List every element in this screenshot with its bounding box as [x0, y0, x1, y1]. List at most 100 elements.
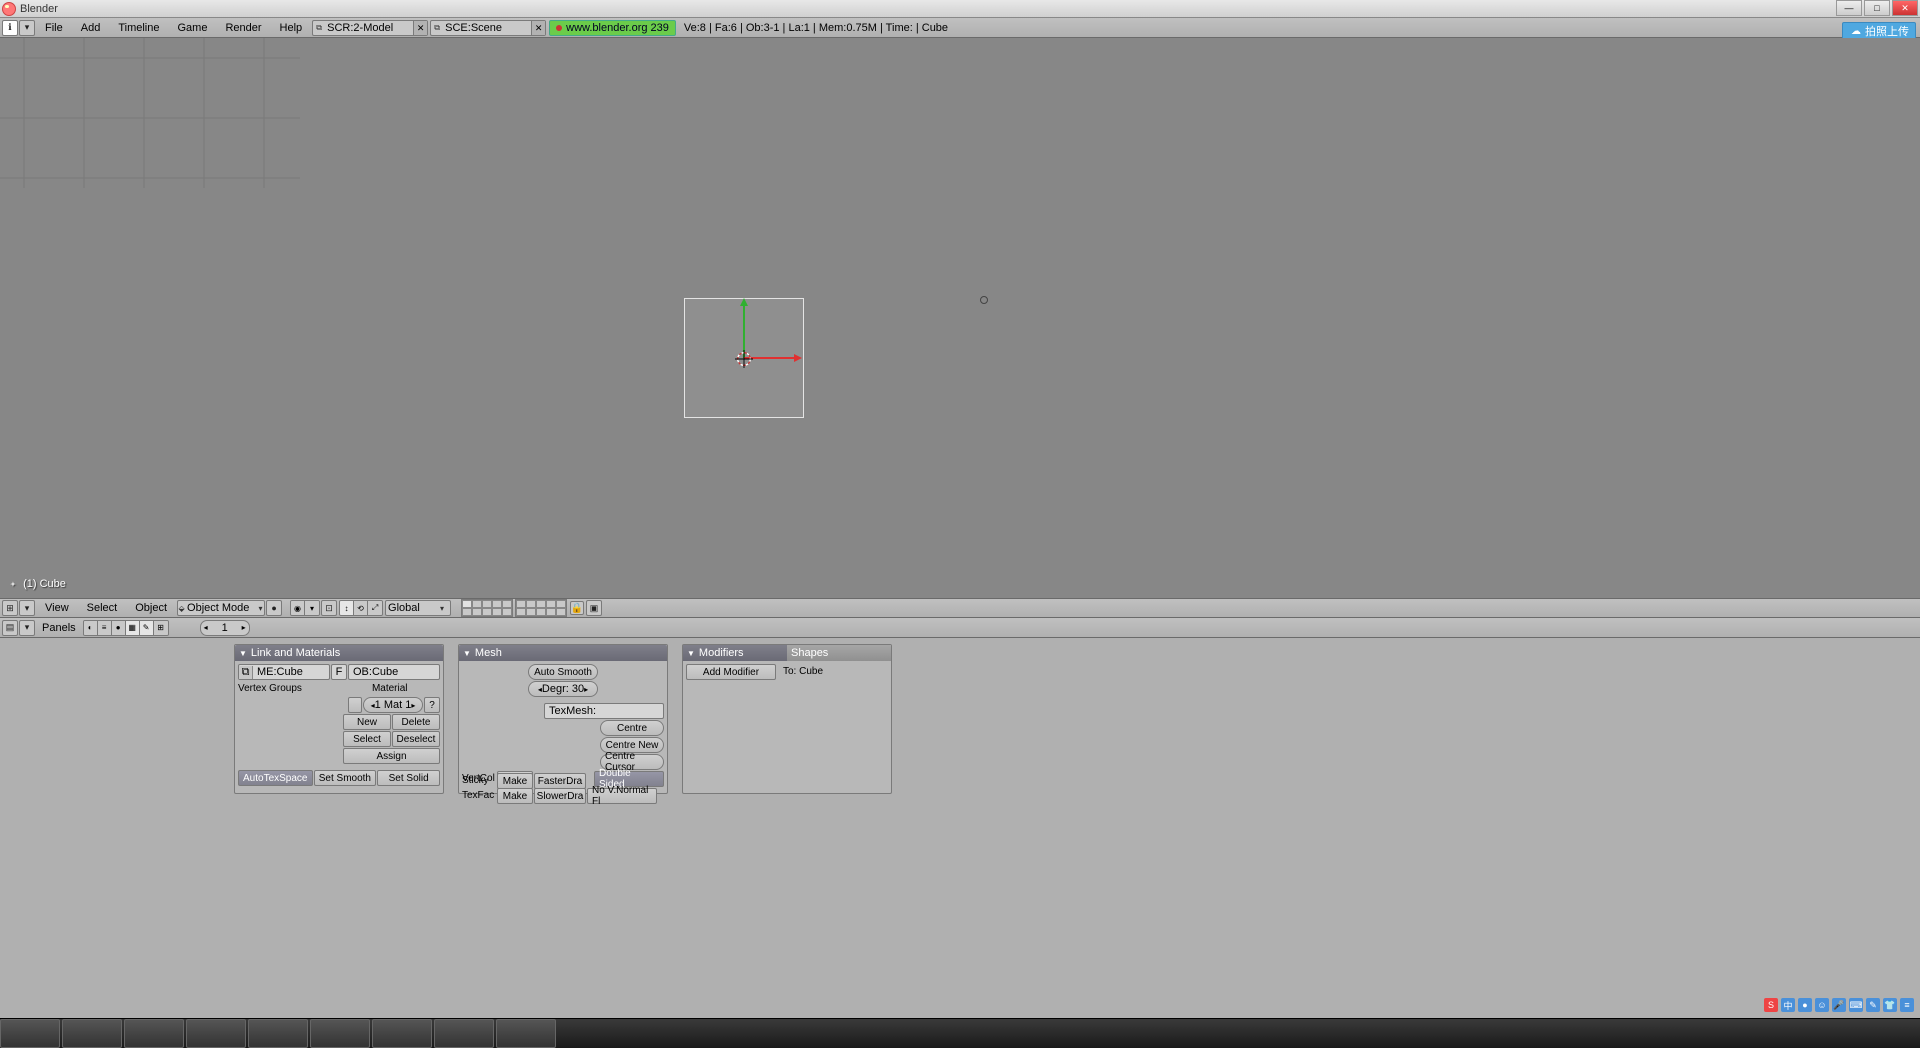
sticky-make-button[interactable]: Make	[497, 773, 533, 789]
ime-s-icon[interactable]: S	[1764, 998, 1778, 1012]
centre-button[interactable]: Centre	[600, 720, 664, 736]
taskbar-item[interactable]	[0, 1019, 60, 1048]
context-buttons[interactable]: ◐ ≡ ● ▦ ✎ ⊞	[83, 620, 169, 636]
fasterdra-button[interactable]: FasterDra	[534, 773, 586, 789]
browse-scenes-icon[interactable]: ⧉	[431, 23, 443, 33]
windows-taskbar[interactable]	[0, 1018, 1920, 1048]
panel-mesh-header[interactable]: ▼ Mesh	[459, 645, 667, 661]
editor-type-buttons-icon[interactable]: ▤	[2, 620, 18, 636]
menu-file[interactable]: File	[36, 22, 72, 34]
delete-screen-button[interactable]: ✕	[413, 21, 427, 35]
autotexspace-toggle[interactable]: AutoTexSpace	[238, 770, 313, 786]
context-shading-icon[interactable]: ●	[112, 621, 126, 635]
lamp-object[interactable]	[980, 296, 988, 304]
menu-view[interactable]: View	[36, 602, 78, 614]
degr-field[interactable]: ◂ Degr: 30 ▸	[528, 681, 598, 697]
ime-punct-icon[interactable]: ●	[1798, 998, 1812, 1012]
me-field[interactable]: ⧉ME:Cube	[238, 664, 330, 680]
taskbar-item[interactable]	[62, 1019, 122, 1048]
mat-deselect-button[interactable]: Deselect	[392, 731, 440, 747]
layer-grid-1[interactable]	[461, 599, 513, 617]
collapse-btn-menus-icon[interactable]: ▾	[19, 620, 35, 636]
orientation-chevron-icon[interactable]: ▾	[436, 604, 448, 613]
minimize-button[interactable]: —	[1836, 0, 1862, 16]
pivot-median-icon[interactable]: ⊡	[321, 600, 337, 616]
collapse-triangle-icon[interactable]: ▼	[687, 649, 695, 658]
mat-new-button[interactable]: New	[343, 714, 391, 730]
lock-layers-icon[interactable]: 🔒	[570, 601, 584, 615]
mat-selector[interactable]: ◂ 1 Mat 1 ▸	[363, 697, 423, 713]
taskbar-item[interactable]	[496, 1019, 556, 1048]
orientation-name[interactable]	[386, 601, 436, 615]
ime-tool-icon[interactable]: ✎	[1866, 998, 1880, 1012]
maximize-button[interactable]: □	[1864, 0, 1890, 16]
mat-assign-button[interactable]: Assign	[343, 748, 440, 764]
render-border-icon[interactable]: ▣	[586, 600, 602, 616]
no-vnormal-toggle[interactable]: No V.Normal Fl	[587, 788, 657, 804]
menu-game[interactable]: Game	[168, 22, 216, 34]
screen-name-input[interactable]	[325, 21, 413, 35]
menu-timeline[interactable]: Timeline	[109, 22, 168, 34]
web-link[interactable]: www.blender.org 239	[549, 20, 676, 36]
collapse-triangle-icon[interactable]: ▼	[239, 649, 247, 658]
mode-chevron-icon[interactable]: ▾	[257, 604, 264, 613]
ime-settings-icon[interactable]: ≡	[1900, 998, 1914, 1012]
mode-selector[interactable]: ⬙ ▾	[177, 600, 265, 616]
tab-modifiers[interactable]: ▼ Modifiers	[683, 645, 787, 661]
menu-object[interactable]: Object	[126, 602, 176, 614]
ime-emoji-icon[interactable]: ☺	[1815, 998, 1829, 1012]
ime-lang-icon[interactable]: 中	[1781, 998, 1795, 1012]
context-editing-icon[interactable]: ✎	[140, 621, 154, 635]
frame-prev-icon[interactable]: ◂	[201, 623, 211, 632]
manipulator-translate-icon[interactable]: ↕	[340, 601, 354, 615]
taskbar-item[interactable]	[186, 1019, 246, 1048]
taskbar-item[interactable]	[124, 1019, 184, 1048]
set-solid-button[interactable]: Set Solid	[377, 770, 440, 786]
context-scene-icon[interactable]: ⊞	[154, 621, 168, 635]
context-logic-icon[interactable]: ◐	[84, 621, 98, 635]
delete-scene-button[interactable]: ✕	[531, 21, 545, 35]
mode-name[interactable]	[185, 601, 257, 615]
taskbar-item[interactable]	[310, 1019, 370, 1048]
auto-smooth-toggle[interactable]: Auto Smooth	[528, 664, 598, 680]
collapse-3d-menus-icon[interactable]: ▾	[19, 600, 35, 616]
add-modifier-button[interactable]: Add Modifier	[686, 664, 776, 680]
editor-type-3dview-icon[interactable]: ⊞	[2, 600, 18, 616]
collapse-menus-icon[interactable]: ▾	[19, 20, 35, 36]
me-f-button[interactable]: F	[331, 664, 347, 680]
manipulator-rotate-icon[interactable]: ⟲	[354, 601, 368, 615]
menu-render[interactable]: Render	[216, 22, 270, 34]
browse-screens-icon[interactable]: ⧉	[313, 23, 325, 33]
context-script-icon[interactable]: ≡	[98, 621, 112, 635]
menu-add[interactable]: Add	[72, 22, 110, 34]
scene-selector[interactable]: ⧉ ✕	[430, 20, 546, 36]
panel-link-header[interactable]: ▼ Link and Materials	[235, 645, 443, 661]
ime-kbd-icon[interactable]: ⌨	[1849, 998, 1863, 1012]
taskbar-item[interactable]	[248, 1019, 308, 1048]
pivot-selector[interactable]: ◉ ▾	[290, 600, 320, 616]
frame-next-icon[interactable]: ▸	[239, 623, 249, 632]
texfac-make-button[interactable]: Make	[497, 788, 533, 804]
manipulator-x-axis[interactable]	[744, 354, 804, 362]
mat-delete-button[interactable]: Delete	[392, 714, 440, 730]
pivot-icon[interactable]: ◉	[291, 601, 305, 615]
shading-icon[interactable]: ●	[266, 600, 282, 616]
manipulator-toggle[interactable]: ↕ ⟲ ⤢	[339, 600, 383, 616]
context-object-icon[interactable]: ▦	[126, 621, 140, 635]
collapse-triangle-icon[interactable]: ▼	[463, 649, 471, 658]
3d-viewport[interactable]: ✦ (1) Cube	[0, 38, 1920, 598]
menu-help[interactable]: Help	[271, 22, 312, 34]
mat-select-button[interactable]: Select	[343, 731, 391, 747]
set-smooth-button[interactable]: Set Smooth	[314, 770, 377, 786]
scene-name-input[interactable]	[443, 21, 531, 35]
ime-skin-icon[interactable]: 👕	[1883, 998, 1897, 1012]
layer-grid-2[interactable]	[515, 599, 567, 617]
ime-mic-icon[interactable]: 🎤	[1832, 998, 1846, 1012]
taskbar-item[interactable]	[434, 1019, 494, 1048]
frame-number[interactable]: 1	[211, 622, 239, 634]
screen-selector[interactable]: ⧉ ✕	[312, 20, 428, 36]
ob-field[interactable]: OB:Cube	[348, 664, 440, 680]
taskbar-item[interactable]	[372, 1019, 432, 1048]
close-button[interactable]: ✕	[1892, 0, 1918, 16]
frame-field[interactable]: ◂ 1 ▸	[200, 620, 250, 636]
